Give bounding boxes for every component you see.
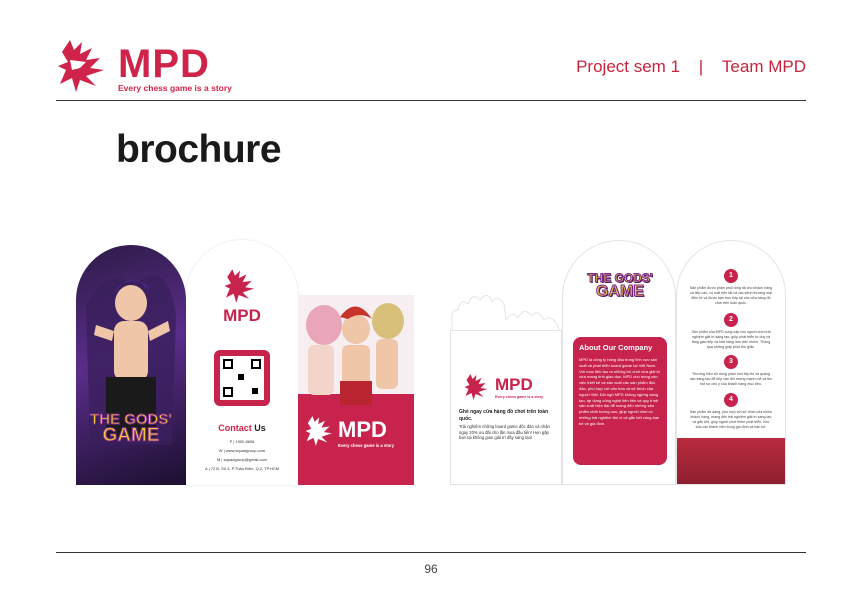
header-separator: | bbox=[698, 57, 704, 76]
step-text: Sản phẩm được phân phối rộng rãi cho khá… bbox=[689, 286, 773, 305]
step-item: 4 Sản phẩm đa dạng, phù hợp với sở thích… bbox=[677, 393, 785, 429]
game-title: THE GODS' GAME bbox=[84, 411, 178, 447]
page-number: 96 bbox=[424, 562, 438, 576]
brochure-contact-panel: MPD Contact Us P | 1900 8698 W | www.squ… bbox=[186, 240, 298, 485]
contact-phone: P | 1900 8698 bbox=[229, 439, 255, 444]
project-label: Project sem 1 bbox=[576, 57, 681, 76]
header-right: Project sem 1 | Team MPD bbox=[576, 57, 806, 77]
back-logo-tagline: Every chess game is a story bbox=[338, 443, 395, 448]
step-item: 3 Thương hiệu sở dụng phản tích tiếp thị… bbox=[677, 355, 785, 387]
step-text: Sản phẩm đa dạng, phù hợp với sở thích c… bbox=[689, 410, 773, 429]
characters-silhouette bbox=[451, 295, 563, 339]
step-item: 2 Sản phẩm của MPD cung cấp cho người ch… bbox=[677, 313, 785, 349]
game-title: THE GODS' GAME bbox=[577, 271, 663, 301]
step-number: 1 bbox=[724, 269, 738, 283]
contact-website: W | www.squadgroup.com bbox=[218, 448, 266, 453]
promo-title: Ghé ngay cửa hàng đồ chơi trên toàn quốc… bbox=[459, 409, 549, 422]
brochure-inside: MPD Every chess game is a story Ghé ngay… bbox=[446, 240, 786, 486]
game-title-bottom: GAME bbox=[596, 283, 645, 301]
logo-tagline: Every chess game is a story bbox=[118, 83, 232, 93]
about-text: MPD là công ty hàng đầu trong lĩnh vực s… bbox=[579, 357, 661, 426]
crowd-illustration bbox=[677, 438, 785, 484]
promo-logo-tagline: Every chess game is a story bbox=[495, 395, 544, 399]
dragon-logo-icon bbox=[58, 40, 104, 92]
header-divider bbox=[56, 100, 806, 101]
about-title: About Our Company bbox=[579, 343, 653, 352]
team-label: Team MPD bbox=[721, 57, 806, 76]
character-illustration bbox=[86, 275, 176, 445]
contact-email: M | squadgroup@gmail.com bbox=[216, 457, 267, 462]
step-number: 2 bbox=[724, 313, 738, 327]
promo-logo-text: MPD bbox=[495, 375, 533, 394]
brochure-front: THE GODS' GAME MPD Contact Us P | 1900 8… bbox=[74, 240, 416, 486]
step-text: Thương hiệu sở dụng phản tích tiếp thị v… bbox=[689, 372, 773, 386]
about-box: About Our Company MPD là công ty hàng đầ… bbox=[573, 337, 667, 465]
contact-title-accent: Contact bbox=[218, 423, 252, 433]
characters-illustration bbox=[306, 303, 404, 405]
mpd-logo: MPD Every chess game is a story bbox=[56, 38, 232, 94]
step-text: Sản phẩm của MPD cung cấp cho người chơi… bbox=[691, 330, 771, 349]
dragon-logo-icon bbox=[305, 416, 332, 446]
brochure-about-panel: THE GODS' GAME About Our Company MPD là … bbox=[562, 240, 676, 485]
step-item: 1 Sản phẩm được phân phối rộng rãi cho k… bbox=[677, 269, 785, 305]
brochure-promo-panel: MPD Every chess game is a story Ghé ngay… bbox=[450, 330, 562, 485]
contact-title: Contact Us bbox=[186, 423, 298, 433]
step-number: 4 bbox=[724, 393, 738, 407]
contact-address: A | 72 B. Số 3, P.Thảo Điền, Q.2, TP.HCM bbox=[205, 466, 279, 471]
step-number: 3 bbox=[724, 355, 738, 369]
footer-divider bbox=[56, 552, 806, 553]
contact-title-rest: Us bbox=[254, 423, 266, 433]
page-title: brochure bbox=[116, 128, 282, 171]
logo-wordmark: MPD bbox=[118, 42, 210, 86]
dragon-logo-icon bbox=[464, 374, 488, 400]
panel-logo-text: MPD bbox=[223, 306, 261, 325]
brochure-cover-panel: THE GODS' GAME bbox=[76, 245, 186, 485]
game-title-bottom: GAME bbox=[102, 425, 160, 447]
brochure-steps-panel: 1 Sản phẩm được phân phối rộng rãi cho k… bbox=[676, 240, 786, 485]
back-logo-text: MPD bbox=[338, 417, 387, 442]
dragon-logo-icon bbox=[224, 269, 255, 303]
brochure-back-panel: MPD Every chess game is a story bbox=[298, 295, 414, 485]
promo-text: Trải nghiệm những board game độc đáo và … bbox=[459, 424, 550, 441]
qr-code bbox=[214, 350, 270, 406]
